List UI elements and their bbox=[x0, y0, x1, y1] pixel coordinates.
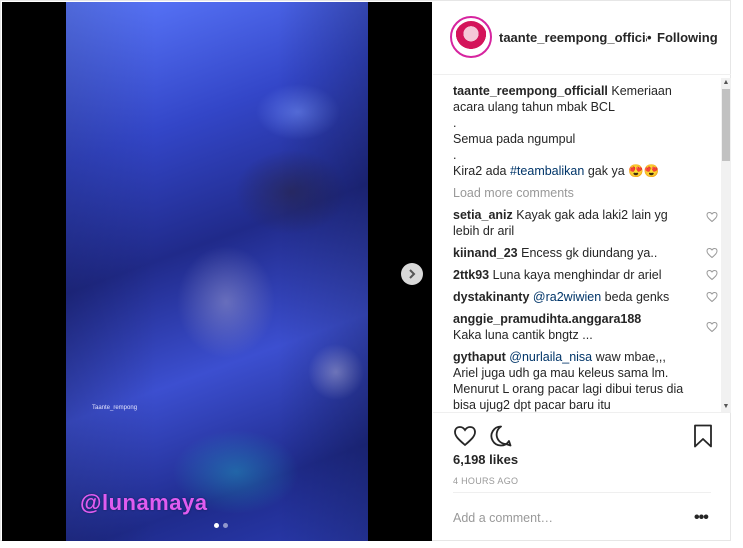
comment-text: Kaka luna cantik bngtz ... bbox=[453, 328, 593, 342]
video-overlay-tag: @lunamaya bbox=[80, 490, 208, 515]
follow-separator: • bbox=[647, 30, 652, 45]
comments-scroll-content: taante_reempong_officiall Kemeriaan acar… bbox=[453, 83, 718, 413]
heart-icon[interactable] bbox=[706, 291, 718, 303]
caption-line: . bbox=[453, 116, 457, 130]
caption-username[interactable]: taante_reempong_officiall bbox=[453, 84, 608, 98]
author-username[interactable]: taante_reempong_officiall bbox=[499, 30, 647, 45]
post-actions bbox=[433, 412, 731, 448]
more-options-icon[interactable]: ••• bbox=[694, 509, 709, 527]
comment-item: 2ttk93 Luna kaya menghindar dr ariel bbox=[453, 267, 718, 283]
comment-item: dystakinanty @ra2wiwien beda genks bbox=[453, 289, 718, 305]
carousel-dots bbox=[214, 523, 228, 528]
post-header: taante_reempong_officiall • Following bbox=[433, 2, 731, 75]
post-sidebar: taante_reempong_officiall • Following ta… bbox=[433, 2, 731, 541]
caption-line: . bbox=[453, 148, 457, 162]
heart-icon[interactable] bbox=[453, 424, 477, 448]
mention-link[interactable]: @ra2wiwien bbox=[533, 290, 601, 304]
post-media: Taante_rempong @lunamaya bbox=[2, 2, 432, 541]
heart-icon[interactable] bbox=[706, 211, 718, 223]
chevron-right-icon bbox=[409, 269, 416, 279]
post-timestamp[interactable]: 4 HOURS AGO bbox=[453, 476, 518, 486]
caption-text: gak ya 😍😍 bbox=[584, 164, 660, 178]
post-dialog: Taante_rempong @lunamaya taante_reempong… bbox=[0, 0, 731, 541]
comment-username[interactable]: gythaput bbox=[453, 350, 506, 364]
comment-item: kiinand_23 Encess gk diundang ya.. bbox=[453, 245, 718, 261]
add-comment-bar: Add a comment… ••• bbox=[453, 492, 711, 542]
comment-icon[interactable] bbox=[489, 424, 513, 448]
carousel-dot-active bbox=[214, 523, 219, 528]
comment-text: Luna kaya menghindar dr ariel bbox=[492, 268, 662, 282]
comment-username[interactable]: anggie_pramudihta.anggara188 bbox=[453, 312, 641, 326]
avatar-image bbox=[455, 21, 487, 53]
comments-list[interactable]: taante_reempong_officiall Kemeriaan acar… bbox=[433, 75, 731, 413]
hashtag-link[interactable]: #teambalikan bbox=[510, 164, 584, 178]
carousel-dot bbox=[223, 523, 228, 528]
bookmark-icon[interactable] bbox=[693, 424, 713, 448]
comment-item: anggie_pramudihta.anggara188 Kaka luna ca… bbox=[453, 311, 718, 343]
comments-scrollbar[interactable]: ▲ ▼ bbox=[721, 78, 731, 412]
comment-item: setia_aniz Kayak gak ada laki2 lain yg l… bbox=[453, 207, 718, 239]
avatar[interactable] bbox=[450, 16, 492, 58]
caption-line: Kira2 ada #teambalikan gak ya 😍😍 bbox=[453, 163, 708, 179]
scroll-down-arrow[interactable]: ▼ bbox=[721, 402, 731, 412]
comment-username[interactable]: dystakinanty bbox=[453, 290, 529, 304]
comment-text: beda genks bbox=[604, 290, 670, 304]
comment-item: gythaput @nurlaila_nisa waw mbae,,, Arie… bbox=[453, 349, 708, 413]
video-watermark: Taante_rempong bbox=[92, 405, 138, 411]
scroll-up-arrow[interactable]: ▲ bbox=[721, 78, 731, 88]
caption-line: taante_reempong_officiall Kemeriaan bbox=[453, 83, 708, 99]
comment-username[interactable]: setia_aniz bbox=[453, 208, 513, 222]
add-comment-input[interactable]: Add a comment… bbox=[453, 511, 673, 525]
comment-username[interactable]: kiinand_23 bbox=[453, 246, 518, 260]
likes-count[interactable]: 6,198 likes bbox=[453, 452, 518, 467]
caption-line: Semua pada ngumpul bbox=[453, 132, 576, 146]
load-more-comments[interactable]: Load more comments bbox=[453, 185, 708, 201]
comment-text: Encess gk diundang ya.. bbox=[521, 246, 658, 260]
heart-icon[interactable] bbox=[706, 269, 718, 281]
heart-icon[interactable] bbox=[706, 321, 718, 333]
scroll-thumb[interactable] bbox=[722, 89, 730, 161]
following-button[interactable]: Following bbox=[657, 30, 718, 45]
caption-line: acara ulang tahun mbak BCL bbox=[453, 100, 615, 114]
heart-icon[interactable] bbox=[706, 247, 718, 259]
caption-text: Kemeriaan bbox=[611, 84, 672, 98]
next-media-button[interactable] bbox=[401, 263, 423, 285]
caption: taante_reempong_officiall Kemeriaan acar… bbox=[453, 83, 708, 179]
video-player[interactable]: Taante_rempong @lunamaya bbox=[66, 2, 368, 541]
caption-text: Kira2 ada bbox=[453, 164, 510, 178]
mention-link[interactable]: @nurlaila_nisa bbox=[509, 350, 592, 364]
comment-username[interactable]: 2ttk93 bbox=[453, 268, 489, 282]
